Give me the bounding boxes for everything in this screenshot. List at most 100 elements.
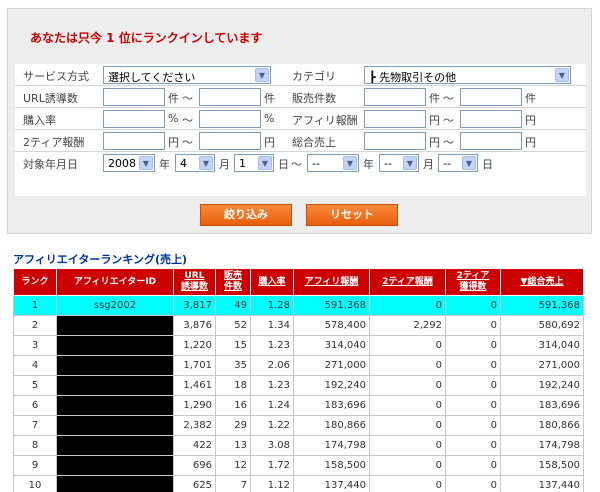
ranking-table: ランク アフィリエイターID URL 誘導数 販売 件数 購入率 アフィリ報酬 2テ…: [13, 268, 584, 492]
tier2-reward-cell: 0: [369, 295, 446, 316]
ranking-title: アフィリエイターランキング(売上): [13, 253, 188, 266]
start-year-select[interactable]: 2008 ▼: [103, 154, 155, 172]
date-tilde: ～: [291, 158, 302, 171]
affiliate-reward-max-unit: 円: [525, 114, 536, 127]
end-month-select[interactable]: -- ▼: [379, 154, 419, 172]
purchase-rate-cell: 1.23: [250, 375, 294, 396]
url-min-input[interactable]: [103, 88, 165, 106]
url-count-cell: 1,701: [173, 355, 216, 376]
header-total-sales[interactable]: ▼総合売上: [500, 268, 584, 296]
header-tier2-reward[interactable]: 2ティア報酬: [369, 268, 446, 296]
purchase-rate-cell: 1.23: [250, 335, 294, 356]
filter-form: サービス方式 選択してください ▼ カテゴリ ┣ 先物取引その他 ▼ URL誘導…: [15, 64, 586, 196]
rank-cell: 7: [13, 415, 57, 436]
table-row: 6 1,290 16 1.24 183,696 0 0 183,696: [13, 395, 584, 416]
url-label: URL誘導数: [23, 92, 78, 105]
sales-count-tilde: ～: [443, 92, 454, 105]
tier2-count-cell: 0: [445, 415, 501, 436]
purchase-rate-cell: 1.72: [250, 455, 294, 476]
affiliate-reward-cell: 591,368: [293, 295, 370, 316]
purchase-rate-max-input[interactable]: [199, 110, 261, 128]
tier2-count-cell: 0: [445, 395, 501, 416]
total-sales-cell: 180,866: [500, 415, 584, 436]
sales-count-min-input[interactable]: [364, 88, 426, 106]
chevron-down-icon: ▼: [199, 156, 213, 170]
affiliate-id-cell: [56, 375, 174, 396]
affiliate-reward-min-unit: 円: [429, 114, 440, 127]
header-tier2-count[interactable]: 2ティア 獲得数: [445, 268, 501, 296]
table-row: 10 625 7 1.12 137,440 0 0 137,440: [13, 475, 584, 492]
ranking-section: アフィリエイターランキング(売上) ランク アフィリエイターID URL 誘導数 …: [7, 246, 592, 492]
header-affiliate-id: アフィリエイターID: [56, 268, 174, 296]
total-sales-cell: 137,440: [500, 475, 584, 492]
total-sales-max-input[interactable]: [460, 132, 522, 150]
sales-count-max-input[interactable]: [460, 88, 522, 106]
affiliate-id-cell: [56, 355, 174, 376]
date-label: 対象年月日: [23, 158, 78, 171]
affiliate-reward-min-input[interactable]: [364, 110, 426, 128]
category-select[interactable]: ┣ 先物取引その他 ▼: [364, 66, 571, 84]
tier2-reward-cell: 0: [369, 475, 446, 492]
purchase-rate-min-unit: %: [168, 112, 179, 125]
header-url-count[interactable]: URL 誘導数: [173, 268, 216, 296]
affiliate-id-cell: [56, 395, 174, 416]
chevron-down-icon: ▼: [139, 156, 153, 170]
url-max-input[interactable]: [199, 88, 261, 106]
header-sales-count[interactable]: 販売 件数: [215, 268, 251, 296]
sales-count-cell: 18: [215, 375, 251, 396]
total-sales-cell: 314,040: [500, 335, 584, 356]
tier2-max-input[interactable]: [199, 132, 261, 150]
sales-count-min-unit: 件: [429, 92, 440, 105]
start-day-unit: 日: [278, 158, 289, 171]
url-count-cell: 1,290: [173, 395, 216, 416]
chevron-down-icon: ▼: [255, 68, 269, 82]
url-count-cell: 2,382: [173, 415, 216, 436]
reset-button[interactable]: リセット: [306, 204, 398, 226]
tier2-reward-cell: 0: [369, 455, 446, 476]
url-count-cell: 1,461: [173, 375, 216, 396]
total-sales-min-unit: 円: [429, 136, 440, 149]
affiliate-reward-max-input[interactable]: [460, 110, 522, 128]
url-count-cell: 3,817: [173, 295, 216, 316]
tier2-count-cell: 0: [445, 475, 501, 492]
sales-count-cell: 35: [215, 355, 251, 376]
tier2-min-input[interactable]: [103, 132, 165, 150]
purchase-rate-min-input[interactable]: [103, 110, 165, 128]
total-sales-cell: 158,500: [500, 455, 584, 476]
service-select[interactable]: 選択してください ▼: [103, 66, 271, 84]
tier2-reward-cell: 0: [369, 415, 446, 436]
sales-count-cell: 29: [215, 415, 251, 436]
tier2-reward-cell: 0: [369, 375, 446, 396]
sales-count-cell: 15: [215, 335, 251, 356]
url-max-unit: 件: [264, 92, 275, 105]
tier2-count-cell: 0: [445, 335, 501, 356]
total-sales-min-input[interactable]: [364, 132, 426, 150]
header-affiliate-reward[interactable]: アフィリ報酬: [293, 268, 370, 296]
rank-cell: 2: [13, 315, 57, 336]
end-day-select[interactable]: -- ▼: [438, 154, 478, 172]
affiliate-reward-label: アフィリ報酬: [292, 114, 358, 127]
affiliate-reward-cell: 158,500: [293, 455, 370, 476]
tier2-count-cell: 0: [445, 315, 501, 336]
affiliate-reward-cell: 314,040: [293, 335, 370, 356]
table-row: 7 2,382 29 1.22 180,866 0 0 180,866: [13, 415, 584, 436]
header-purchase-rate[interactable]: 購入率: [250, 268, 294, 296]
affiliate-id-cell: ssg2002: [56, 295, 174, 316]
sales-count-cell: 13: [215, 435, 251, 456]
filter-button[interactable]: 絞り込み: [200, 204, 292, 226]
start-day-select[interactable]: 1 ▼: [234, 154, 274, 172]
chevron-down-icon: ▼: [258, 156, 272, 170]
start-month-select[interactable]: 4 ▼: [175, 154, 215, 172]
affiliate-reward-cell: 137,440: [293, 475, 370, 492]
affiliate-reward-cell: 578,400: [293, 315, 370, 336]
purchase-rate-label: 購入率: [23, 114, 56, 127]
total-sales-cell: 174,798: [500, 435, 584, 456]
url-min-unit: 件: [168, 92, 179, 105]
total-sales-cell: 271,000: [500, 355, 584, 376]
tier2-reward-cell: 0: [369, 355, 446, 376]
start-month-unit: 月: [219, 158, 230, 171]
rank-cell: 4: [13, 355, 57, 376]
end-year-select[interactable]: -- ▼: [307, 154, 359, 172]
url-count-cell: 696: [173, 455, 216, 476]
filter-panel: あなたは只今 1 位にランクインしています サービス方式 選択してください ▼ …: [7, 8, 592, 234]
